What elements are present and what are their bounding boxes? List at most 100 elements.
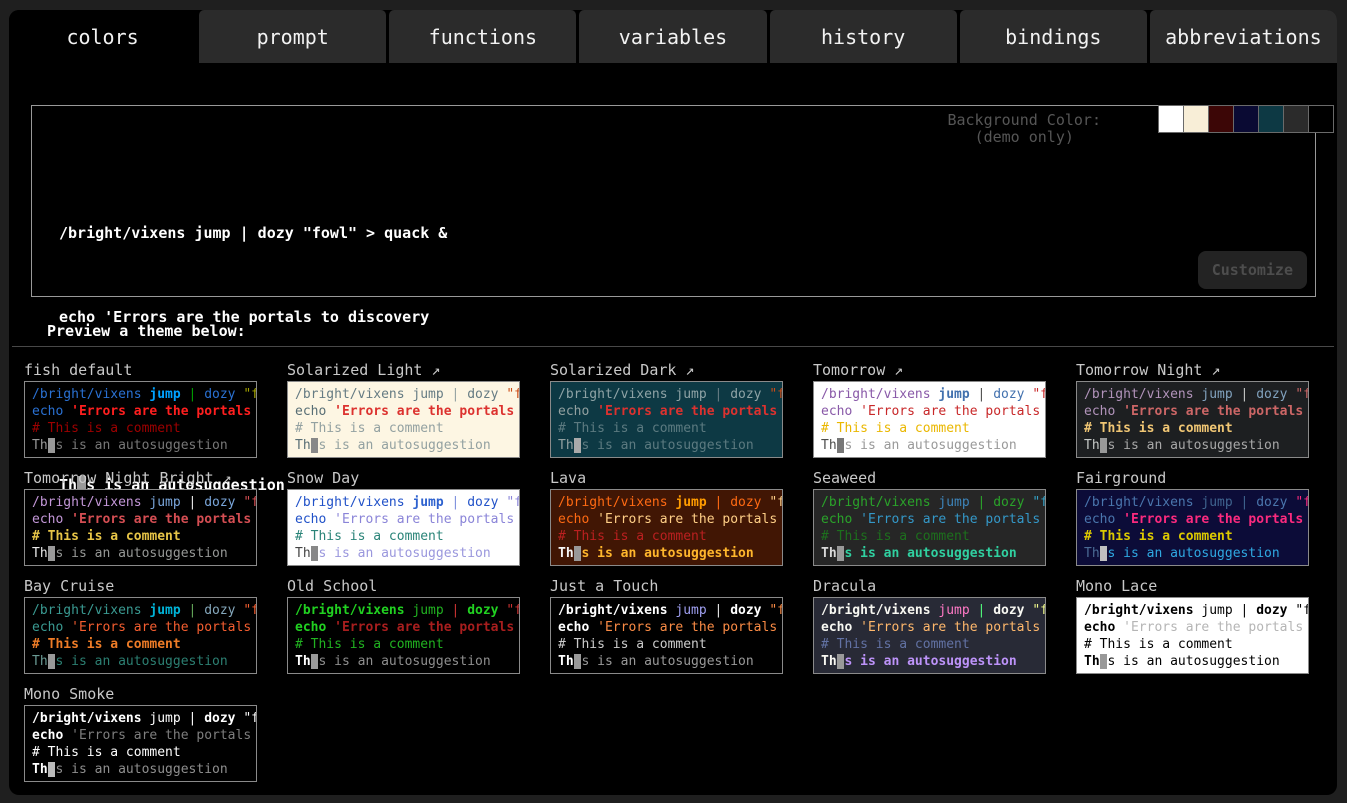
autosuggestion-token: s is an autosuggestion bbox=[55, 654, 227, 669]
theme-cell[interactable]: Bay Cruise/bright/vixens jump | dozy "fo… bbox=[24, 577, 257, 674]
param-token: jump bbox=[938, 495, 977, 510]
theme-card[interactable]: /bright/vixens jump | dozy "fowl" > quac… bbox=[813, 489, 1046, 566]
echo-token: echo bbox=[32, 620, 71, 635]
param-token: jump bbox=[1201, 603, 1240, 618]
quote-token: "fowl" > quack & bbox=[769, 387, 783, 402]
theme-card[interactable]: /bright/vixens jump | dozy "fowl" > quac… bbox=[287, 597, 520, 674]
tab-history[interactable]: history bbox=[770, 10, 957, 63]
tab-colors[interactable]: colors bbox=[9, 10, 196, 63]
typed-token: Th bbox=[32, 438, 48, 453]
quote-token: "fowl" > quack & bbox=[1032, 387, 1046, 402]
theme-title: Tomorrow Night ↗ bbox=[1076, 361, 1309, 379]
tab-abbreviations[interactable]: abbreviations bbox=[1150, 10, 1337, 63]
theme-title: Solarized Dark ↗ bbox=[550, 361, 783, 379]
external-link-icon[interactable]: ↗ bbox=[422, 361, 440, 379]
background-swatch-0[interactable] bbox=[1158, 105, 1184, 133]
param-token: jump bbox=[149, 495, 188, 510]
theme-card[interactable]: /bright/vixens jump | dozy "fowl" > quac… bbox=[24, 489, 257, 566]
theme-cell[interactable]: Mono Smoke/bright/vixens jump | dozy "fo… bbox=[24, 685, 257, 782]
theme-card[interactable]: /bright/vixens jump | dozy "fowl" > quac… bbox=[550, 489, 783, 566]
theme-cell[interactable]: Old School/bright/vixens jump | dozy "fo… bbox=[287, 577, 520, 674]
background-swatch-2[interactable] bbox=[1208, 105, 1234, 133]
theme-cell[interactable]: Tomorrow Night Bright ↗/bright/vixens ju… bbox=[24, 469, 257, 566]
param-token: jump bbox=[149, 603, 188, 618]
customize-button[interactable]: Customize bbox=[1198, 251, 1307, 289]
external-link-icon[interactable]: ↗ bbox=[214, 469, 232, 487]
path-token: /bright/vixens bbox=[1084, 603, 1201, 618]
theme-sample-command-line: /bright/vixens jump | dozy "fowl" > quac… bbox=[1084, 602, 1308, 619]
theme-card[interactable]: /bright/vixens jump | dozy "fowl" > quac… bbox=[1076, 597, 1309, 674]
background-swatch-4[interactable] bbox=[1258, 105, 1284, 133]
comment-token: # This is a comment bbox=[1084, 529, 1233, 544]
theme-cell[interactable]: Snow Day/bright/vixens jump | dozy "fowl… bbox=[287, 469, 520, 566]
theme-card[interactable]: /bright/vixens jump | dozy "fowl" > quac… bbox=[550, 597, 783, 674]
theme-cell[interactable]: Mono Lace/bright/vixens jump | dozy "fow… bbox=[1076, 577, 1309, 674]
typed-token: Th bbox=[821, 438, 837, 453]
theme-card[interactable]: /bright/vixens jump | dozy "fowl" > quac… bbox=[24, 381, 257, 458]
theme-sample-error-line: echo 'Errors are the portals to discover… bbox=[558, 511, 782, 528]
theme-title: Mono Smoke bbox=[24, 685, 257, 703]
quote-token: "fowl" > quack & bbox=[243, 711, 257, 726]
pipe-token: | bbox=[189, 495, 205, 510]
background-swatch-5[interactable] bbox=[1283, 105, 1309, 133]
theme-card[interactable]: /bright/vixens jump | dozy "fowl" > quac… bbox=[24, 597, 257, 674]
path-token: /bright/vixens bbox=[821, 603, 938, 618]
theme-card[interactable]: /bright/vixens jump | dozy "fowl" > quac… bbox=[550, 381, 783, 458]
param-token: jump bbox=[675, 387, 714, 402]
theme-card[interactable]: /bright/vixens jump | dozy "fowl" > quac… bbox=[1076, 381, 1309, 458]
theme-card[interactable]: /bright/vixens jump | dozy "fowl" > quac… bbox=[24, 705, 257, 782]
background-swatch-3[interactable] bbox=[1233, 105, 1259, 133]
quote-token: "fowl" > quack & bbox=[769, 603, 783, 618]
path-token: /bright/vixens bbox=[32, 495, 149, 510]
comment-token: # This is a comment bbox=[32, 421, 181, 436]
error-token: 'Errors are the portals to discovery bbox=[1123, 620, 1309, 635]
theme-cell[interactable]: Tomorrow ↗/bright/vixens jump | dozy "fo… bbox=[813, 361, 1046, 458]
theme-cell[interactable]: Fairground/bright/vixens jump | dozy "fo… bbox=[1076, 469, 1309, 566]
theme-sample-error-line: echo 'Errors are the portals to discover… bbox=[295, 511, 519, 528]
autosuggestion-token: s is an autosuggestion bbox=[581, 438, 753, 453]
quote-token: "fowl" > quack & bbox=[243, 495, 257, 510]
comment-token: # This is a comment bbox=[32, 529, 181, 544]
theme-sample-command-line: /bright/vixens jump | dozy "fowl" > quac… bbox=[1084, 494, 1308, 511]
background-swatch-1[interactable] bbox=[1183, 105, 1209, 133]
theme-cell[interactable]: Seaweed/bright/vixens jump | dozy "fowl"… bbox=[813, 469, 1046, 566]
autosuggestion-token: s is an autosuggestion bbox=[318, 654, 490, 669]
theme-card[interactable]: /bright/vixens jump | dozy "fowl" > quac… bbox=[813, 597, 1046, 674]
pipe-token: | bbox=[978, 495, 994, 510]
theme-card[interactable]: /bright/vixens jump | dozy "fowl" > quac… bbox=[813, 381, 1046, 458]
echo-token: echo bbox=[1084, 404, 1123, 419]
error-token: 'Errors are the portals to discovery bbox=[71, 512, 257, 527]
tab-prompt[interactable]: prompt bbox=[199, 10, 386, 63]
theme-sample-command-line: /bright/vixens jump | dozy "fowl" > quac… bbox=[32, 602, 256, 619]
theme-cell[interactable]: Tomorrow Night ↗ /bright/vixens jump | do… bbox=[1076, 361, 1309, 458]
theme-card[interactable]: /bright/vixens jump | dozy "fowl" > quac… bbox=[1076, 489, 1309, 566]
background-swatch-6[interactable] bbox=[1308, 105, 1334, 133]
theme-cell[interactable]: Solarized Light ↗/bright/vixens jump | d… bbox=[287, 361, 520, 458]
external-link-icon[interactable]: ↗ bbox=[676, 361, 694, 379]
comment-token: # This is a comment bbox=[1084, 421, 1233, 436]
theme-sample-comment-line: # This is a comment bbox=[295, 420, 519, 437]
param-token: jump bbox=[412, 495, 451, 510]
theme-cell[interactable]: Lava/bright/vixens jump | dozy "fowl" > … bbox=[550, 469, 783, 566]
theme-card[interactable]: /bright/vixens jump | dozy "fowl" > quac… bbox=[287, 381, 520, 458]
tab-bindings[interactable]: bindings bbox=[960, 10, 1147, 63]
theme-sample-command-line: /bright/vixens jump | dozy "fowl" > quac… bbox=[558, 602, 782, 619]
theme-cell[interactable]: fish default/bright/vixens jump | dozy "… bbox=[24, 361, 257, 458]
error-token: 'Errors are the portals to discovery bbox=[597, 620, 783, 635]
external-link-icon[interactable]: ↗ bbox=[885, 361, 903, 379]
theme-sample-comment-line: # This is a comment bbox=[295, 636, 519, 653]
theme-sample-error-line: echo 'Errors are the portals to discover… bbox=[32, 403, 256, 420]
theme-cell[interactable]: Solarized Dark ↗ /bright/vixens jump | do… bbox=[550, 361, 783, 458]
external-link-icon[interactable]: ↗ bbox=[1202, 361, 1220, 379]
quote-token: "fowl" > quack & bbox=[1032, 603, 1046, 618]
error-token: 'Errors are the portals to discovery bbox=[597, 404, 783, 419]
path-token: /bright/vixens bbox=[295, 495, 412, 510]
sample-line-command: /bright/vixens jump | dozy "fowl" > quac… bbox=[59, 219, 447, 247]
param-token: jump bbox=[149, 387, 188, 402]
command-token: dozy bbox=[204, 711, 243, 726]
theme-cell[interactable]: Just a Touch/bright/vixens jump | dozy "… bbox=[550, 577, 783, 674]
tab-variables[interactable]: variables bbox=[579, 10, 766, 63]
theme-cell[interactable]: Dracula/bright/vixens jump | dozy "fowl"… bbox=[813, 577, 1046, 674]
tab-functions[interactable]: functions bbox=[389, 10, 576, 63]
theme-card[interactable]: /bright/vixens jump | dozy "fowl" > quac… bbox=[287, 489, 520, 566]
